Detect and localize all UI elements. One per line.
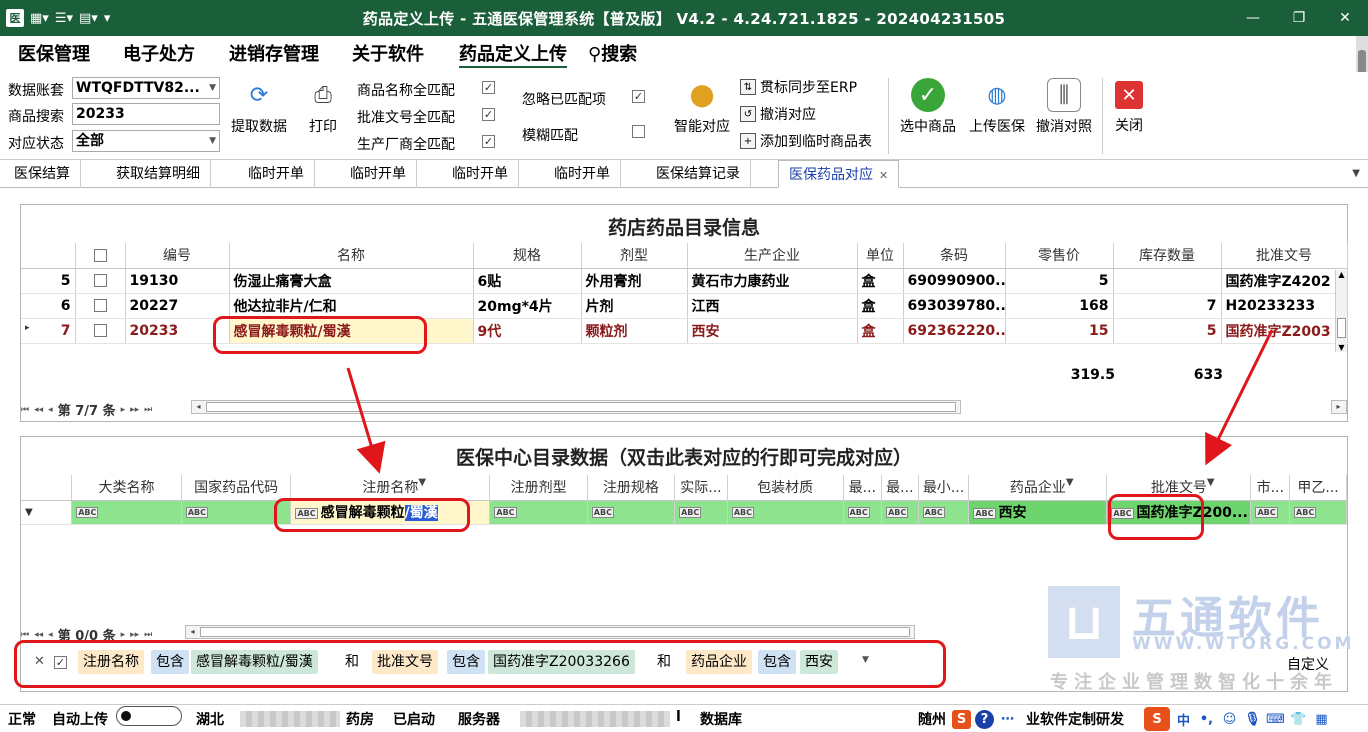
- status-started: 已启动: [393, 712, 435, 728]
- punctuation-icon[interactable]: •,: [1197, 710, 1216, 729]
- arrow-icon: [346, 367, 386, 474]
- status-store: 药房: [346, 712, 374, 728]
- help-icon[interactable]: ?: [975, 709, 994, 729]
- status-tail: 业软件定制研发: [1026, 712, 1124, 728]
- dots-icon[interactable]: ⋯: [998, 710, 1017, 729]
- ime-tray: S 中 •, ☺ 🎙 ⌨ 👕 ▦: [1144, 707, 1331, 731]
- status-bar: 正常 自动上传 湖北 药房 已启动 服务器 l 数据库 随州 业软件定制研发 S…: [0, 704, 1368, 732]
- auto-upload-toggle[interactable]: [116, 706, 182, 726]
- emoji-icon[interactable]: ☺: [1220, 710, 1239, 729]
- ime-s-icon[interactable]: S: [952, 709, 971, 729]
- toggle-knob: [121, 711, 131, 721]
- keyboard-icon[interactable]: ⌨: [1266, 710, 1285, 729]
- status-city: 随州: [918, 712, 946, 728]
- ime-chinese-icon[interactable]: 中: [1174, 710, 1193, 729]
- skin-icon[interactable]: 👕: [1289, 710, 1308, 729]
- status-separator: l: [676, 709, 681, 725]
- status-db: 数据库: [700, 712, 742, 728]
- annotation-arrows: [346, 329, 1274, 474]
- redacted-field: [240, 711, 340, 727]
- grid-menu-icon[interactable]: ▦: [1312, 710, 1331, 729]
- status-mode: 正常: [8, 712, 36, 728]
- redacted-field: [520, 711, 670, 727]
- ime-logo-icon[interactable]: S: [1144, 707, 1170, 731]
- arrow-icon: [1205, 329, 1274, 466]
- microphone-icon[interactable]: 🎙: [1243, 710, 1262, 729]
- status-server: 服务器: [458, 712, 500, 728]
- auto-upload-label: 自动上传: [52, 712, 108, 728]
- status-region: 湖北: [196, 712, 224, 728]
- ime-tray-left: S ? ⋯: [952, 708, 1017, 730]
